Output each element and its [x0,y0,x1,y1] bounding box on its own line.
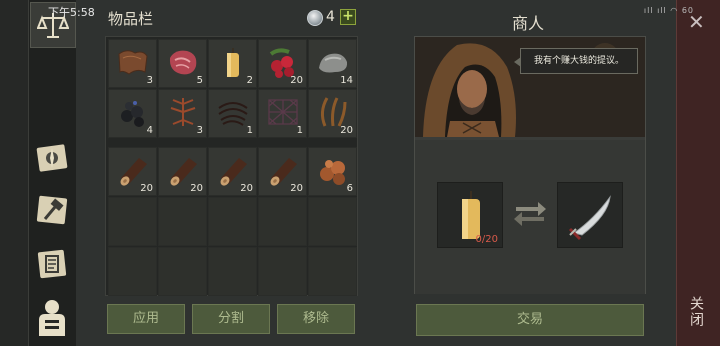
status-time: 下午5:58 [48,6,95,19]
inventory-slot-empty[interactable] [208,247,257,296]
reward-slot[interactable] [557,182,623,248]
slot-qty: 4 [146,125,153,136]
inventory-slot-empty[interactable] [158,247,207,296]
merchant-title: 商人 [512,14,545,33]
inventory-slot-empty[interactable] [308,197,357,246]
close-button[interactable]: 关闭 [688,296,706,328]
rope-icon [218,102,248,126]
add-currency-button[interactable]: + [340,9,356,25]
offer-slot[interactable]: 0/20 [437,182,503,248]
inventory-slot-empty[interactable] [258,247,307,296]
inventory-slot[interactable]: 14 [308,39,357,88]
inventory-slot[interactable]: 6 [308,147,357,196]
slot-qty: 14 [340,75,353,86]
inventory-slot-empty[interactable] [108,197,157,246]
character-icon[interactable] [32,298,72,338]
remove-button[interactable]: 移除 [277,304,355,334]
apply-button[interactable]: 应用 [107,304,185,334]
inventory-slot[interactable]: 20 [258,39,307,88]
inventory-slot[interactable]: 20 [208,147,257,196]
raw-meat-icon [169,50,197,75]
inventory-slot[interactable]: 20 [158,147,207,196]
merchant-speech-bubble: 我有个赚大钱的提议。 [514,48,638,74]
slot-qty: 20 [290,183,303,194]
leather-icon [118,50,148,75]
inventory-slot-empty[interactable] [208,197,257,246]
inventory-slot[interactable]: 20 [258,147,307,196]
slot-qty: 20 [340,125,353,136]
inventory-slot[interactable]: 20 [308,89,357,138]
inventory-slot[interactable]: 3 [108,39,157,88]
herb-root-icon [170,98,196,126]
map-compass-icon[interactable] [32,138,72,178]
slot-qty: 20 [190,183,203,194]
slot-qty: 5 [196,75,203,86]
inventory-slot-empty[interactable] [258,197,307,246]
inventory-slot[interactable]: 3 [158,89,207,138]
candle-icon [227,48,239,77]
slot-qty: 3 [196,125,203,136]
coin-icon [307,10,323,26]
slot-qty: 6 [346,183,353,194]
copper-ore-icon [320,160,345,185]
trade-button[interactable]: 交易 [416,304,644,336]
inventory-slot[interactable]: 1 [208,89,257,138]
offer-qty: 0/20 [475,234,498,245]
crafting-hammer-icon[interactable] [32,190,72,230]
inventory-slot-empty[interactable] [108,247,157,296]
slot-qty: 20 [140,183,153,194]
coal-icon [121,101,144,127]
slot-qty: 20 [290,75,303,86]
slot-qty: 20 [240,183,253,194]
slot-qty: 1 [296,125,303,136]
slot-qty: 3 [146,75,153,86]
status-indicators: ıll ıll ◠ 60 [643,6,694,15]
inventory-slot[interactable]: 4 [108,89,157,138]
swap-arrows-icon [514,202,546,226]
split-button[interactable]: 分割 [192,304,270,334]
inventory-slot[interactable]: 20 [108,147,157,196]
inventory-slot[interactable]: 1 [258,89,307,138]
inventory-slot[interactable]: 2 [208,39,257,88]
inventory-slot-empty[interactable] [308,247,357,296]
currency-amount: 4 [326,9,335,25]
inventory-title: 物品栏 [108,10,154,28]
close-strip [676,0,720,346]
inventory-slot-empty[interactable] [158,197,207,246]
net-icon [268,99,298,125]
sabre-icon [568,195,611,241]
inventory-slot[interactable]: 5 [158,39,207,88]
slot-qty: 2 [246,75,253,86]
scroll-icon[interactable] [32,244,72,284]
slot-qty: 1 [246,125,253,136]
